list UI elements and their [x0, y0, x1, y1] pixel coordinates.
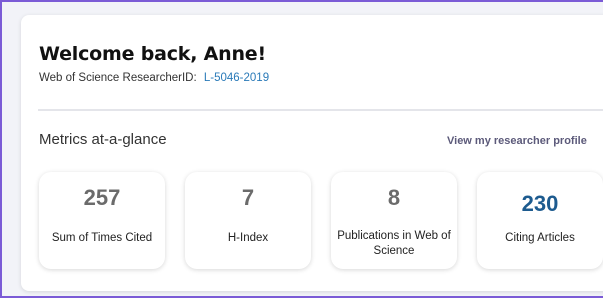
welcome-card: Welcome back, Anne! Web of Science Resea… [21, 15, 603, 291]
metric-label: Citing Articles [505, 232, 575, 244]
section-divider [38, 109, 603, 111]
metric-value: 257 [83, 185, 121, 210]
metric-tile-publications[interactable]: 8 Publications in Web of Science [331, 172, 457, 269]
metric-value: 7 [241, 185, 255, 210]
metric-value: 230 [521, 191, 559, 216]
metric-tile-h-index[interactable]: 7 H-Index [185, 172, 311, 269]
metric-tile-citing-articles[interactable]: 230 Citing Articles [477, 172, 603, 269]
researcher-id-row: Web of Science ResearcherID: L-5046-2019 [39, 72, 269, 84]
metric-label: Publications in Web of Science [337, 230, 451, 257]
researcher-id-label: Web of Science ResearcherID: [39, 72, 197, 84]
metric-value: 8 [387, 185, 401, 210]
welcome-title: Welcome back, Anne! [39, 43, 266, 65]
view-researcher-profile-link[interactable]: View my researcher profile [447, 135, 587, 147]
metric-label: Sum of Times Cited [51, 232, 153, 244]
researcher-id-link[interactable]: L-5046-2019 [204, 72, 269, 84]
metrics-section-title: Metrics at-a-glance [39, 131, 167, 148]
metric-tile-times-cited[interactable]: 257 Sum of Times Cited [39, 172, 165, 269]
metric-label: H-Index [227, 232, 269, 244]
